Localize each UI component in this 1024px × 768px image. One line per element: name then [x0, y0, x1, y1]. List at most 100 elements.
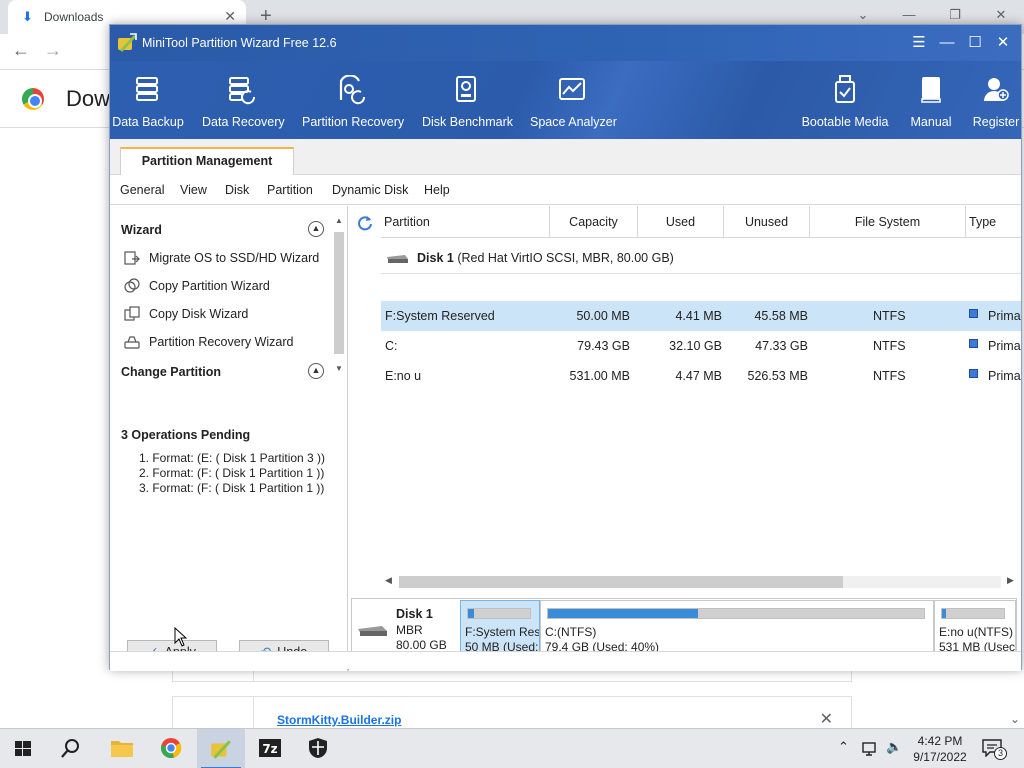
chrome-taskbar-button[interactable] — [148, 729, 196, 768]
tab-bar: Partition Management — [110, 139, 1021, 175]
volume-icon[interactable]: 🔈 — [886, 739, 902, 768]
data-backup-button[interactable]: Data Backup — [110, 61, 186, 139]
disk-map-name: Disk 1 — [396, 607, 433, 621]
forward-arrow-icon[interactable]: → — [44, 40, 62, 61]
copy-partition-icon — [124, 278, 140, 293]
usage-bar — [467, 608, 531, 619]
maximize-icon[interactable]: ☐ — [961, 25, 989, 61]
primary-type-icon — [969, 339, 978, 348]
column-header-used[interactable]: Used — [638, 206, 724, 238]
back-arrow-icon[interactable]: ← — [12, 40, 30, 61]
scroll-left-icon[interactable]: ◀ — [385, 575, 392, 586]
action-panel-scrollbar[interactable]: ▲ ▼ — [332, 214, 346, 374]
partition-capacity: 50.00 MB — [576, 309, 630, 323]
chevron-down-icon[interactable]: ⌄ — [1010, 712, 1020, 726]
disk-benchmark-icon — [456, 76, 476, 102]
migrate-os-icon — [124, 251, 140, 265]
partition-file-system: NTFS — [873, 369, 906, 383]
collapse-icon[interactable]: ▲ — [308, 363, 324, 379]
scrollbar-thumb[interactable] — [399, 576, 843, 588]
minitool-window: MiniTool Partition Wizard Free 12.6 ☰ — … — [109, 24, 1022, 671]
security-taskbar-button[interactable] — [295, 729, 343, 768]
file-explorer-button[interactable] — [98, 729, 146, 768]
menu-icon[interactable]: ☰ — [905, 25, 933, 61]
action-panel: ▲ ▼ Wizard ▲ Migrate OS to SSD/HD Wizard… — [110, 206, 348, 671]
disk-row[interactable]: Disk 1 (Red Hat VirtIO SCSI, MBR, 80.00 … — [381, 244, 1021, 274]
column-header-capacity[interactable]: Capacity — [550, 206, 638, 238]
wizard-item-label: Migrate OS to SSD/HD Wizard — [149, 251, 320, 265]
wizard-item-label: Copy Disk Wizard — [149, 307, 249, 321]
download-icon: ⬇ — [22, 9, 33, 24]
data-recovery-icon — [229, 77, 256, 105]
partition-recovery-wizard-icon — [124, 336, 140, 349]
menu-help[interactable]: Help — [424, 183, 450, 197]
bootable-media-button[interactable]: Bootable Media — [800, 61, 890, 139]
wizard-item-label: Partition Recovery Wizard — [149, 335, 294, 349]
refresh-icon[interactable] — [357, 215, 373, 231]
table-row[interactable]: C: 79.43 GB 32.10 GB 47.33 GB NTFS Prima — [381, 331, 1021, 361]
minimize-icon[interactable]: — — [933, 25, 961, 61]
menu-general[interactable]: General — [120, 183, 164, 197]
partition-type: Prima — [988, 309, 1021, 323]
minitool-taskbar-button[interactable] — [197, 729, 245, 768]
chrome-tab-title: Downloads — [44, 10, 104, 24]
hard-disk-icon — [358, 626, 387, 636]
notification-center-button[interactable]: 3 — [982, 739, 1007, 760]
menu-bar: General View Disk Partition Dynamic Disk… — [110, 175, 1021, 205]
menu-partition[interactable]: Partition — [267, 183, 313, 197]
toolbar-label: Bootable Media — [801, 115, 889, 129]
7zip-taskbar-button[interactable]: 7z — [246, 729, 294, 768]
partition-recovery-button[interactable]: Partition Recovery — [302, 61, 405, 139]
tab-partition-management[interactable]: Partition Management — [120, 147, 294, 175]
svg-text:7z: 7z — [262, 742, 277, 756]
clock[interactable]: 4:42 PM 9/17/2022 — [906, 733, 974, 765]
usage-bar-fill — [468, 609, 474, 618]
status-bar — [110, 651, 1021, 669]
scroll-right-icon[interactable]: ▶ — [1007, 575, 1014, 586]
table-row[interactable]: E:no u 531.00 MB 4.47 MB 526.53 MB NTFS … — [381, 361, 1021, 391]
collapse-icon[interactable]: ▲ — [308, 221, 324, 237]
manual-button[interactable]: Manual — [906, 61, 956, 139]
space-analyzer-icon — [559, 78, 585, 100]
register-button[interactable]: Register — [970, 61, 1022, 139]
page-title: Dow — [66, 86, 111, 111]
minitool-logo-icon — [118, 33, 137, 52]
scrollbar-thumb[interactable] — [334, 232, 344, 354]
toolbar-label: Partition Recovery — [302, 115, 405, 129]
network-icon[interactable] — [862, 741, 880, 757]
table-row[interactable]: F:System Reserved 50.00 MB 4.41 MB 45.58… — [381, 301, 1021, 331]
scroll-down-icon[interactable]: ▼ — [335, 364, 343, 373]
title-bar: MiniTool Partition Wizard Free 12.6 ☰ — … — [110, 25, 1021, 61]
window-controls: ☰ — ☐ ✕ — [905, 25, 1017, 61]
menu-disk[interactable]: Disk — [225, 183, 249, 197]
remove-download-icon[interactable]: ✕ — [820, 709, 833, 729]
partition-unused: 47.33 GB — [755, 339, 808, 353]
download-file-link[interactable]: StormKitty.Builder.zip — [277, 713, 401, 727]
shield-icon — [308, 738, 328, 758]
column-header-unused[interactable]: Unused — [724, 206, 810, 238]
menu-dynamic-disk[interactable]: Dynamic Disk — [332, 183, 408, 197]
pending-operation: 2. Format: (F: ( Disk 1 Partition 1 )) — [139, 466, 325, 480]
minitool-logo-icon — [211, 740, 231, 759]
scroll-up-icon[interactable]: ▲ — [335, 216, 343, 225]
disk-map-partition-label: C:(NTFS) — [545, 625, 597, 639]
horizontal-scrollbar[interactable]: ◀ ▶ — [385, 575, 1015, 588]
start-button[interactable] — [0, 729, 48, 768]
disk-map-size: 80.00 GB — [396, 638, 447, 652]
search-button[interactable] — [48, 729, 96, 768]
pending-operation: 3. Format: (F: ( Disk 1 Partition 1 )) — [139, 481, 325, 495]
close-icon[interactable]: ✕ — [989, 25, 1017, 61]
partition-capacity: 79.43 GB — [577, 339, 630, 353]
column-header-partition[interactable]: Partition — [381, 206, 550, 238]
column-header-file-system[interactable]: File System — [810, 206, 966, 238]
partition-unused: 526.53 MB — [747, 369, 808, 383]
disk-benchmark-button[interactable]: Disk Benchmark — [422, 61, 513, 139]
space-analyzer-button[interactable]: Space Analyzer — [530, 61, 617, 139]
menu-view[interactable]: View — [180, 183, 207, 197]
close-tab-icon[interactable]: ✕ — [224, 8, 236, 25]
column-header-type[interactable]: Type — [966, 206, 1021, 238]
chevron-up-icon[interactable]: ⌃ — [838, 739, 849, 768]
change-partition-section-title: Change Partition — [121, 365, 222, 379]
data-recovery-button[interactable]: Data Recovery — [202, 61, 285, 139]
usage-bar-fill — [548, 609, 699, 618]
